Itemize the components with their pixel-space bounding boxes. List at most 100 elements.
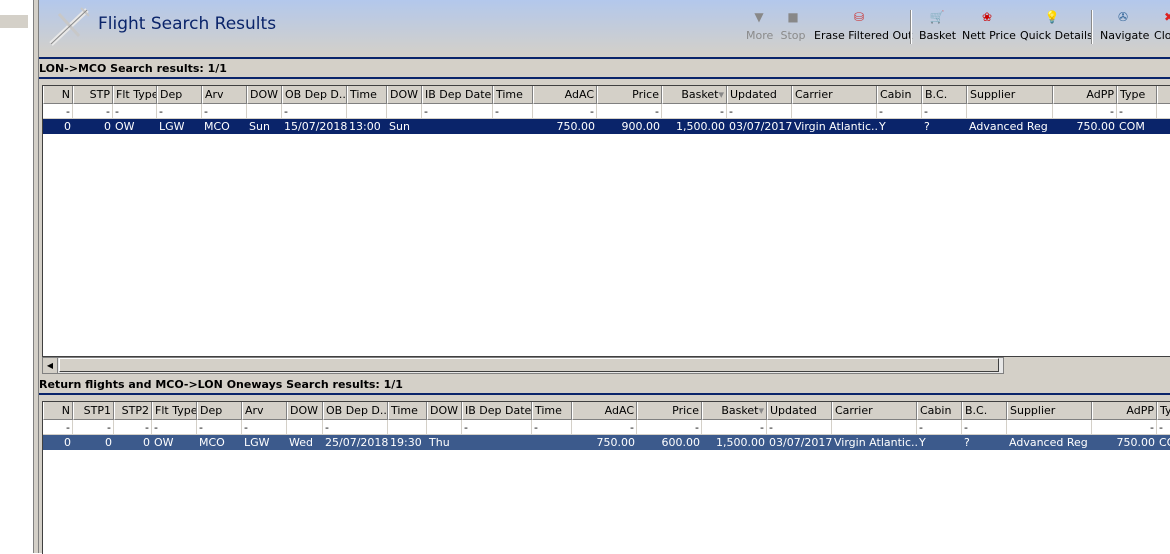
column-header[interactable]: Arv <box>202 86 247 104</box>
column-header[interactable]: OB Dep D... <box>323 402 388 420</box>
filter-cell[interactable]: - <box>533 104 597 119</box>
column-header[interactable]: Supplier <box>967 86 1053 104</box>
filter-cell[interactable] <box>388 420 427 435</box>
stop-button[interactable]: ■ Stop <box>780 10 806 42</box>
filter-cell[interactable]: - <box>73 420 114 435</box>
filter-cell[interactable]: - <box>1157 420 1170 435</box>
filter-row[interactable]: ---------------- <box>43 104 1170 119</box>
column-header[interactable]: Time <box>532 402 572 420</box>
column-header[interactable]: Flt Type <box>152 402 197 420</box>
filter-cell[interactable]: - <box>1092 420 1157 435</box>
filter-cell[interactable]: - <box>767 420 832 435</box>
column-header[interactable]: Updated <box>727 86 792 104</box>
filter-cell[interactable]: - <box>1117 104 1157 119</box>
horizontal-scrollbar[interactable]: ◀ <box>42 357 1004 374</box>
column-header[interactable]: Cabin <box>917 402 962 420</box>
filter-cell[interactable]: - <box>917 420 962 435</box>
column-header[interactable]: DOW <box>287 402 323 420</box>
filter-row[interactable]: ----------------- <box>43 420 1170 435</box>
column-header[interactable]: Price <box>597 86 662 104</box>
column-header[interactable]: AdPP <box>1092 402 1157 420</box>
filter-cell[interactable] <box>1007 420 1092 435</box>
column-header[interactable]: N <box>43 86 73 104</box>
column-header[interactable]: Ty <box>1157 402 1170 420</box>
filter-cell[interactable]: - <box>572 420 637 435</box>
filter-cell[interactable] <box>287 420 323 435</box>
outbound-results-grid[interactable]: N STP Flt Type Dep Arv DOW OB Dep D... Time DOW I… <box>42 85 1170 357</box>
column-header[interactable]: Time <box>493 86 533 104</box>
scrollbar-thumb[interactable] <box>59 358 999 372</box>
filter-cell[interactable] <box>1157 104 1170 119</box>
column-header[interactable]: B.C. <box>962 402 1007 420</box>
column-header[interactable]: Basket▾ <box>662 86 727 104</box>
return-results-grid[interactable]: N STP1 STP2 Flt Type Dep Arv DOW OB Dep D... Tim… <box>42 401 1170 554</box>
filter-cell[interactable]: - <box>323 420 388 435</box>
column-header[interactable]: AdAC <box>572 402 637 420</box>
column-header[interactable]: Type <box>1117 86 1157 104</box>
more-button[interactable]: ▼ More <box>746 10 773 42</box>
filter-cell[interactable]: - <box>113 104 157 119</box>
filter-cell[interactable]: - <box>43 420 73 435</box>
column-header[interactable]: Carrier <box>832 402 917 420</box>
column-header[interactable]: STP2 <box>114 402 152 420</box>
column-header[interactable]: IB Dep Date <box>422 86 493 104</box>
filter-cell[interactable]: - <box>114 420 152 435</box>
column-header[interactable]: DOW <box>427 402 462 420</box>
filter-cell[interactable]: - <box>422 104 493 119</box>
column-header[interactable]: Supplier <box>1007 402 1092 420</box>
column-header[interactable]: Arv <box>242 402 287 420</box>
nett-price-button[interactable]: ❀ Nett Price <box>962 10 1016 42</box>
filter-cell[interactable]: - <box>532 420 572 435</box>
close-button[interactable]: ✖ Close <box>1154 10 1170 42</box>
column-header[interactable]: Carrier <box>792 86 877 104</box>
filter-cell[interactable]: - <box>597 104 662 119</box>
filter-cell[interactable] <box>347 104 387 119</box>
filter-cell[interactable]: - <box>637 420 702 435</box>
table-row[interactable]: 0 0 OW LGW MCO Sun 15/07/2018 13:00 Sun 750.00 900… <box>43 119 1170 134</box>
filter-cell[interactable] <box>792 104 877 119</box>
scroll-left-icon[interactable]: ◀ <box>43 358 58 373</box>
column-header[interactable]: Basket▾ <box>702 402 767 420</box>
filter-cell[interactable]: - <box>702 420 767 435</box>
filter-cell[interactable] <box>387 104 422 119</box>
column-header[interactable]: IB Dep Date <box>462 402 532 420</box>
filter-cell[interactable]: - <box>157 104 202 119</box>
basket-button[interactable]: 🛒 Basket <box>919 10 956 42</box>
column-header[interactable]: Cabin <box>877 86 922 104</box>
filter-cell[interactable] <box>247 104 282 119</box>
column-header[interactable]: AdAC <box>533 86 597 104</box>
column-header[interactable]: DOW <box>387 86 422 104</box>
column-header[interactable]: N <box>43 402 73 420</box>
column-header[interactable]: Price <box>637 402 702 420</box>
column-header[interactable]: DOW <box>247 86 282 104</box>
column-header[interactable]: Dep <box>157 86 202 104</box>
filter-cell[interactable]: - <box>962 420 1007 435</box>
column-header[interactable]: Time <box>347 86 387 104</box>
filter-cell[interactable]: - <box>242 420 287 435</box>
column-header[interactable]: STP1 <box>73 402 114 420</box>
filter-cell[interactable]: - <box>727 104 792 119</box>
filter-cell[interactable]: - <box>662 104 727 119</box>
filter-cell[interactable]: - <box>202 104 247 119</box>
navigate-button[interactable]: ✇ Navigate <box>1100 10 1149 42</box>
column-header[interactable]: AdPP <box>1053 86 1117 104</box>
filter-cell[interactable] <box>832 420 917 435</box>
filter-cell[interactable]: - <box>282 104 347 119</box>
column-header[interactable]: Flt Type <box>113 86 157 104</box>
filter-cell[interactable]: - <box>1053 104 1117 119</box>
filter-cell[interactable]: - <box>73 104 113 119</box>
column-header[interactable]: STP <box>73 86 113 104</box>
filter-cell[interactable]: - <box>43 104 73 119</box>
filter-cell[interactable] <box>427 420 462 435</box>
column-header[interactable]: Updated <box>767 402 832 420</box>
filter-cell[interactable]: - <box>493 104 533 119</box>
table-row[interactable]: 0 0 0 OW MCO LGW Wed 25/07/2018 19:30 Thu 750.00 60… <box>43 435 1170 450</box>
filter-cell[interactable]: - <box>922 104 967 119</box>
erase-filtered-out-button[interactable]: ⛁ Erase Filtered Out <box>814 10 912 42</box>
quick-details-button[interactable]: 💡 Quick Details <box>1020 10 1093 42</box>
column-header[interactable]: Dep <box>197 402 242 420</box>
column-header[interactable] <box>1157 86 1170 104</box>
filter-cell[interactable]: - <box>197 420 242 435</box>
filter-cell[interactable] <box>967 104 1053 119</box>
filter-cell[interactable]: - <box>462 420 532 435</box>
